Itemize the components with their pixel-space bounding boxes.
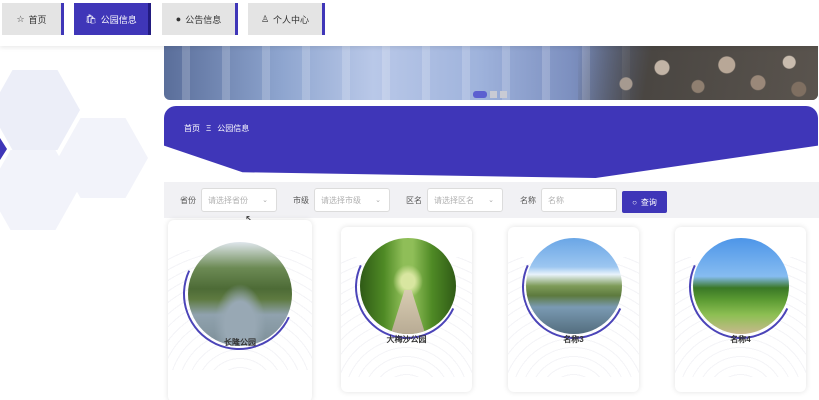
park-card[interactable]: 名称4 [675,227,806,392]
district-select[interactable]: 请选择区名 ⌄ [427,188,503,212]
city-label: 市级 [293,196,309,205]
name-placeholder: 名称 [548,195,564,205]
breadcrumb: 首页 Ξ 公园信息 [184,123,249,134]
park-photo [693,238,789,334]
chevron-down-icon: ⌄ [262,197,268,204]
park-name: 长隆公园 [224,338,256,347]
park-photo [526,238,622,334]
tab-home[interactable]: ☆ 首页 [2,3,64,35]
park-card[interactable]: 名称3 [508,227,639,392]
tab-label: 首页 [28,14,47,25]
search-button[interactable]: ○ 查询 [622,191,667,213]
banner-image-rocks [578,46,818,100]
tab-park-info[interactable]: 🛍︎ 公园信息 [74,3,151,35]
province-placeholder: 请选择省份 [208,195,248,205]
park-photo [360,238,456,334]
decor-accent [0,138,7,160]
province-label: 省份 [180,196,196,205]
tab-personal-center[interactable]: ♙ 个人中心 [248,3,325,35]
city-placeholder: 请选择市级 [321,195,361,205]
park-photo [188,242,292,346]
breadcrumb-home[interactable]: 首页 [184,123,200,134]
tab-label: 个人中心 [273,14,310,25]
district-placeholder: 请选择区名 [434,195,474,205]
park-name: 大梅沙公园 [386,335,427,344]
carousel-dot[interactable] [490,91,497,98]
breadcrumb-separator: Ξ [206,124,212,133]
info-icon: ● [175,14,182,24]
chevron-down-icon: ⌄ [488,197,494,204]
star-icon: ☆ [16,13,25,24]
carousel-indicators [473,91,507,98]
district-label: 区名 [406,196,422,205]
park-photo-path [390,289,426,334]
park-name: 名称4 [730,335,751,344]
chevron-down-icon: ⌄ [375,197,381,204]
tab-label: 公园信息 [100,14,137,25]
user-icon: ♙ [260,13,270,24]
name-label: 名称 [520,196,536,205]
park-card[interactable]: 大梅沙公园 [341,227,472,392]
breadcrumb-current: 公园信息 [217,124,250,133]
search-icon: ○ [632,197,637,207]
park-card[interactable]: 长隆公园 [168,220,312,400]
city-select[interactable]: 请选择市级 ⌄ [314,188,390,212]
name-input[interactable]: 名称 [541,188,617,212]
carousel-dot[interactable] [473,91,487,98]
carousel-dot[interactable] [500,91,507,98]
province-select[interactable]: 请选择省份 ⌄ [201,188,277,212]
search-button-label: 查询 [640,197,657,207]
decor-hexagon [0,70,80,150]
top-navigation: ☆ 首页 🛍︎ 公园信息 ● 公告信息 ♙ 个人中心 [0,0,819,46]
bag-icon: 🛍︎ [85,13,97,24]
breadcrumb-band [164,106,818,178]
tab-label: 公告信息 [185,14,222,25]
park-name: 名称3 [563,335,584,344]
tab-announcements[interactable]: ● 公告信息 [162,3,238,35]
